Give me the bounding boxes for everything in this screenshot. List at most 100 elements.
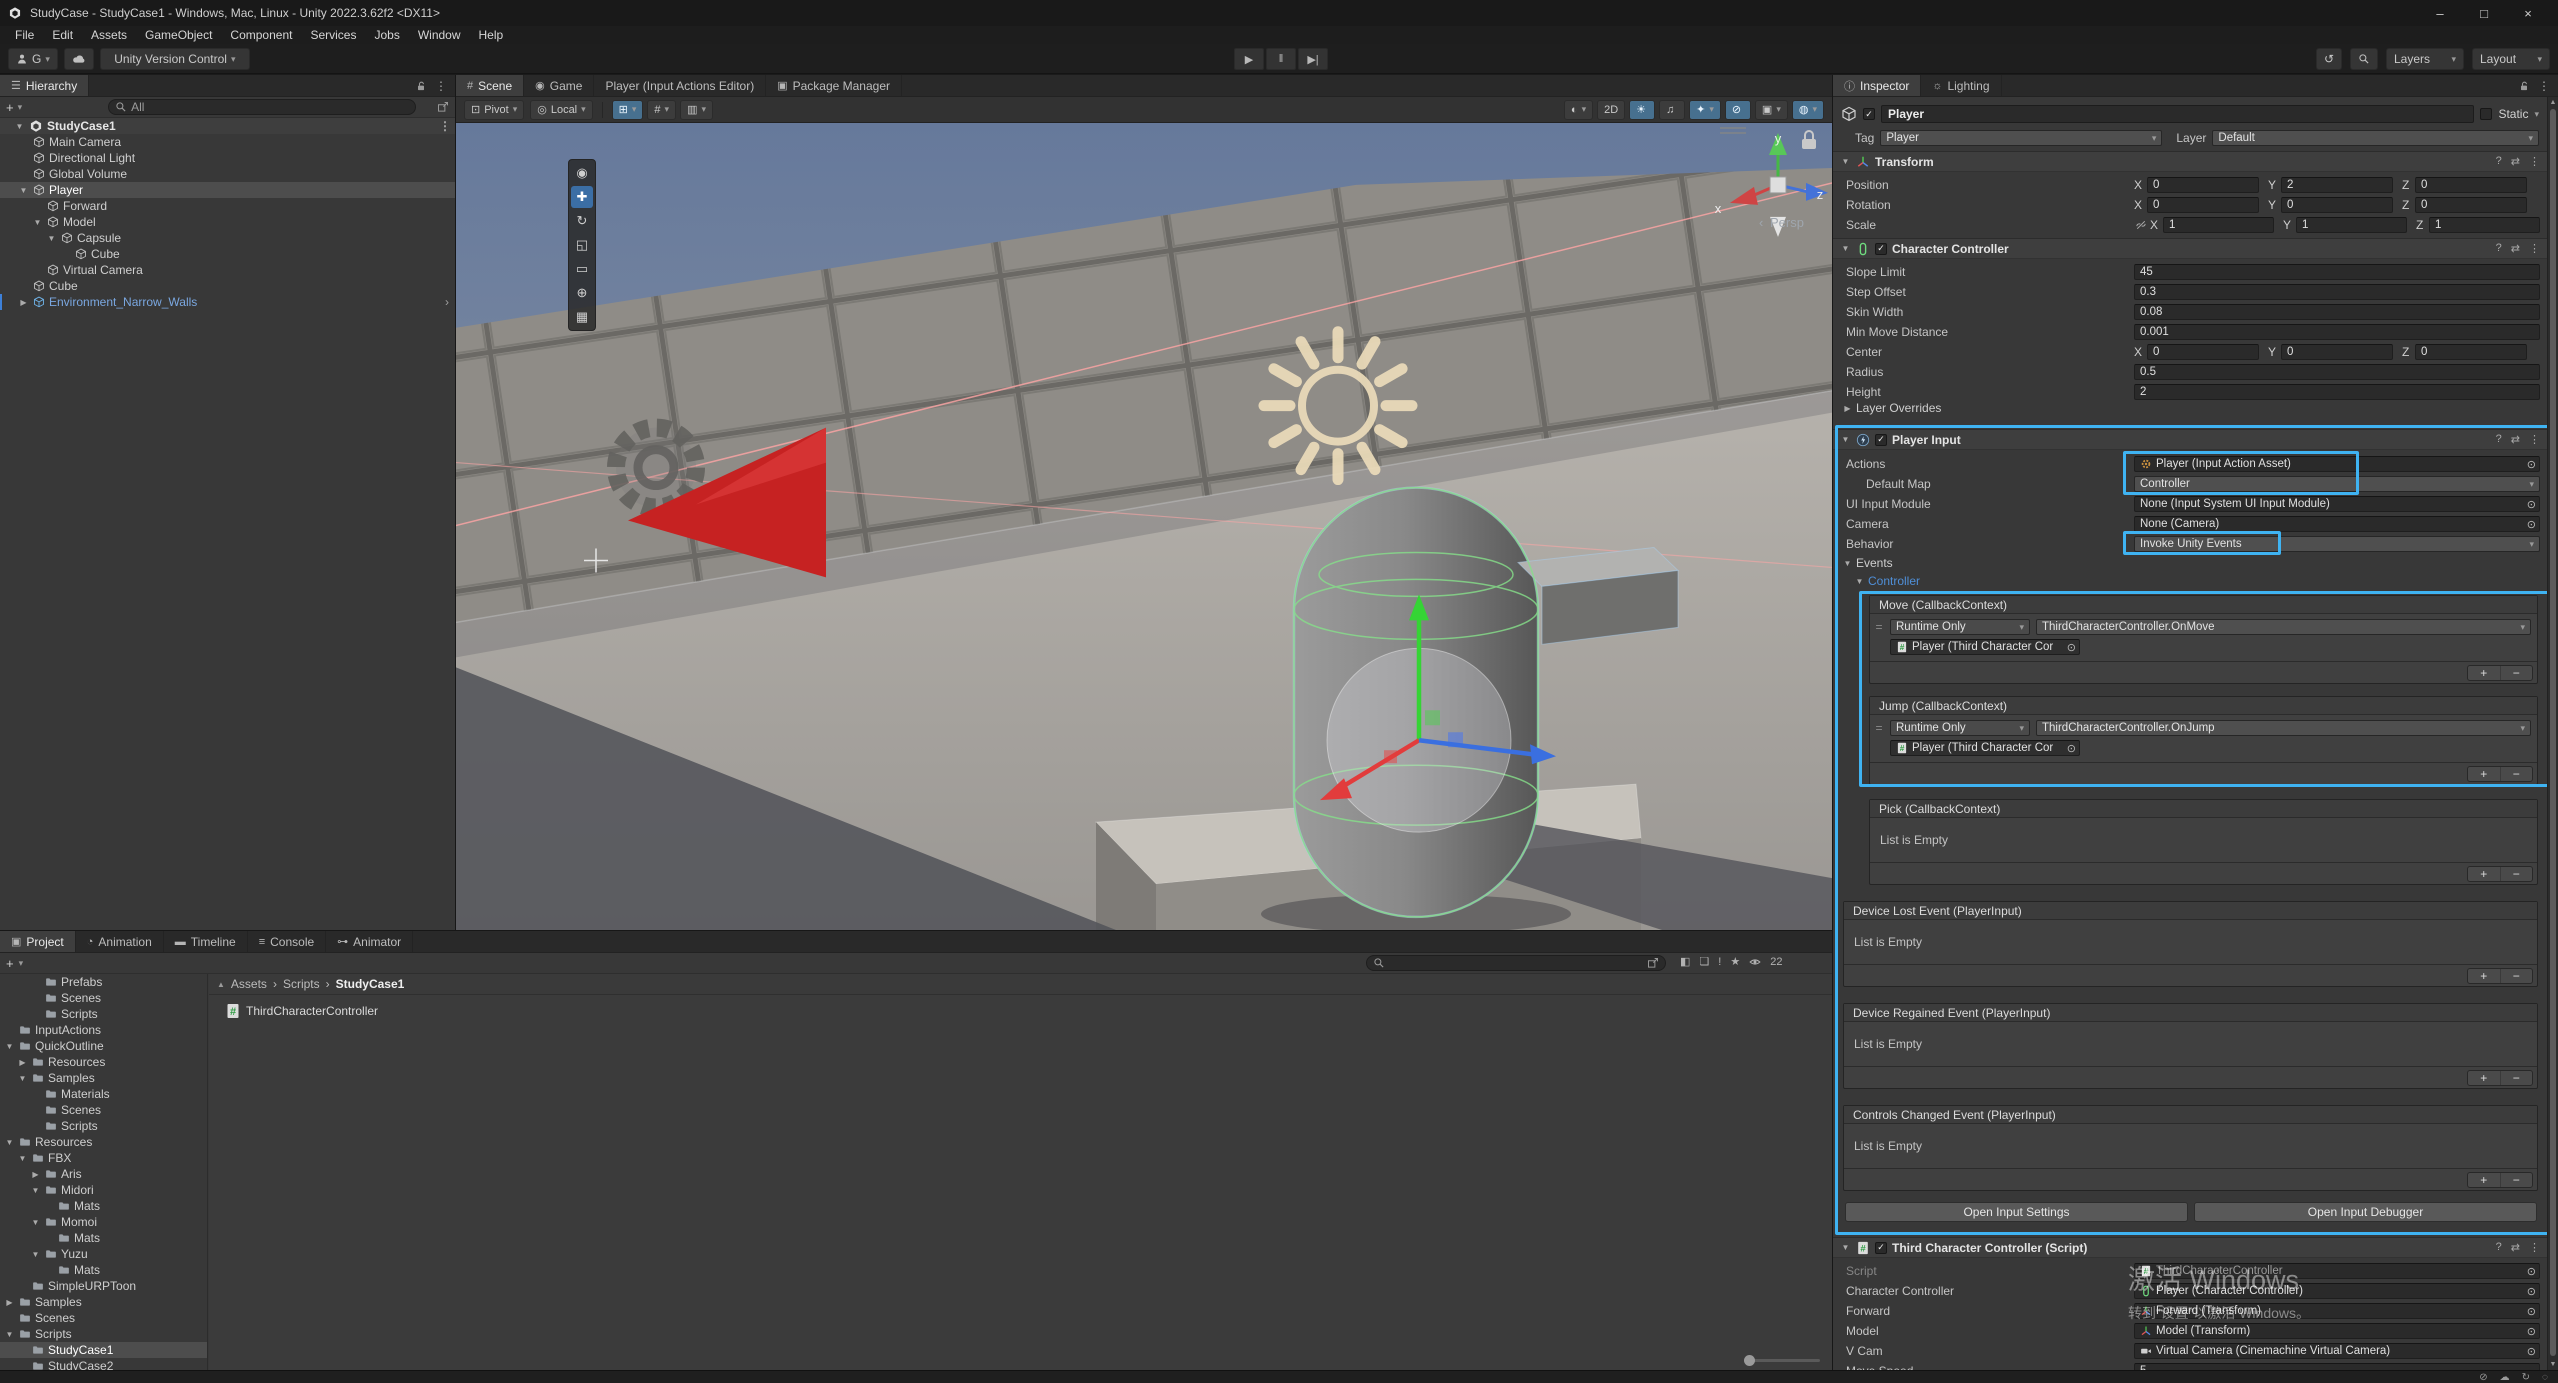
gizmo-lock-icon[interactable] bbox=[1802, 139, 1816, 149]
project-folder-inputactions[interactable]: InputActions bbox=[0, 1022, 207, 1038]
pick-remove-button[interactable]: − bbox=[2501, 867, 2533, 881]
script-row-object-field[interactable]: ThirdCharacterController⊙ bbox=[2134, 1263, 2540, 1279]
menu-file[interactable]: File bbox=[6, 26, 43, 44]
behavior-dropdown[interactable]: Invoke Unity Events▾ bbox=[2134, 536, 2540, 552]
close-button[interactable]: × bbox=[2506, 0, 2550, 26]
version-control-button[interactable]: Unity Version Control ▾ bbox=[100, 48, 250, 70]
controls-changed-remove-button[interactable]: − bbox=[2501, 1173, 2533, 1187]
tab-hierarchy[interactable]: ☰ Hierarchy bbox=[0, 75, 89, 96]
view-2d-button[interactable]: 2D bbox=[1597, 100, 1625, 120]
static-caret-icon[interactable]: ▾ bbox=[2534, 109, 2539, 120]
filter-by-type-icon[interactable]: ◧ bbox=[1680, 955, 1690, 968]
preset-icon[interactable]: ⇄ bbox=[2511, 1241, 2520, 1254]
project-folder-mats[interactable]: Mats bbox=[0, 1262, 207, 1278]
ruler-button[interactable]: ▥▾ bbox=[680, 100, 713, 120]
object-picker-icon[interactable]: ⊙ bbox=[2527, 1305, 2536, 1318]
scene-visibility-button[interactable]: ⊘ bbox=[1725, 100, 1751, 120]
drag-handle-icon[interactable]: = bbox=[1874, 721, 1884, 735]
project-folder-materials[interactable]: Materials bbox=[0, 1086, 207, 1102]
ui-input-module-field[interactable]: None (Input System UI Input Module)⊙ bbox=[2134, 496, 2540, 512]
menu-window[interactable]: Window bbox=[409, 26, 470, 44]
project-folder-studycase1[interactable]: StudyCase1 bbox=[0, 1342, 207, 1358]
enabled-checkbox[interactable]: ✓ bbox=[1875, 243, 1887, 255]
breadcrumb-scripts[interactable]: Scripts bbox=[283, 977, 320, 991]
project-folder-fbx[interactable]: ▼FBX bbox=[0, 1150, 207, 1166]
help-icon[interactable]: ? bbox=[2496, 155, 2502, 168]
project-folder-momoi[interactable]: ▼Momoi bbox=[0, 1214, 207, 1230]
search-button[interactable] bbox=[2350, 48, 2378, 70]
slope-limit-row-field[interactable]: 45 bbox=[2134, 264, 2540, 280]
refresh-icon[interactable]: ↻ bbox=[2522, 1372, 2530, 1383]
cloud-sync-icon[interactable]: ☁ bbox=[2500, 1372, 2510, 1383]
step-offset-row-field[interactable]: 0.3 bbox=[2134, 284, 2540, 300]
project-folder-midori[interactable]: ▼Midori bbox=[0, 1182, 207, 1198]
rotation-row-z-field[interactable]: 0 bbox=[2415, 197, 2527, 213]
kebab-icon[interactable]: ⋮ bbox=[2529, 433, 2540, 446]
scroll-down-icon[interactable]: ▼ bbox=[2548, 1361, 2558, 1368]
project-folder-scenes[interactable]: Scenes bbox=[0, 1310, 207, 1326]
pick-add-button[interactable]: + bbox=[2468, 867, 2501, 881]
shading-mode-button[interactable]: ◐▾ bbox=[1564, 100, 1593, 120]
expander-icon[interactable]: ▼ bbox=[46, 234, 57, 243]
object-picker-icon[interactable]: ⊙ bbox=[2527, 1345, 2536, 1358]
expander-icon[interactable]: ▼ bbox=[4, 1330, 15, 1339]
scale-row-y-field[interactable]: 1 bbox=[2296, 217, 2407, 233]
hierarchy-item-global-volume[interactable]: Global Volume bbox=[0, 166, 455, 182]
move-remove-button[interactable]: − bbox=[2501, 666, 2533, 680]
move-mode-dropdown[interactable]: Runtime Only▾ bbox=[1890, 619, 2030, 635]
project-content-area[interactable]: ▲ Assets › Scripts › StudyCase1 ThirdCha… bbox=[209, 974, 1832, 1370]
expander-icon[interactable]: ▼ bbox=[17, 1154, 28, 1163]
position-row-y-field[interactable]: 2 bbox=[2281, 177, 2393, 193]
expander-icon[interactable]: ▶ bbox=[4, 1298, 15, 1307]
hierarchy-item-cube[interactable]: Cube bbox=[0, 246, 455, 262]
position-row-z-field[interactable]: 0 bbox=[2415, 177, 2527, 193]
hierarchy-search-input[interactable]: All bbox=[108, 99, 416, 115]
jump-mode-dropdown[interactable]: Runtime Only▾ bbox=[1890, 720, 2030, 736]
gameobject-name-field[interactable]: Player bbox=[1881, 105, 2474, 123]
character-controller-header[interactable]: ▼ ✓ Character Controller ?⇄⋮ bbox=[1833, 238, 2547, 259]
model-row-object-field[interactable]: Model (Transform)⊙ bbox=[2134, 1323, 2540, 1339]
minimize-button[interactable]: – bbox=[2418, 0, 2462, 26]
project-folder-scenes[interactable]: Scenes bbox=[0, 990, 207, 1006]
filter-by-label-icon[interactable]: ❏ bbox=[1699, 955, 1709, 968]
breadcrumb-assets[interactable]: Assets bbox=[231, 977, 267, 991]
menu-component[interactable]: Component bbox=[221, 26, 301, 44]
favorites-icon[interactable]: ★ bbox=[1730, 955, 1740, 968]
move-target-field[interactable]: Player (Third Character Cor ⊙ bbox=[1890, 639, 2080, 655]
lock-icon[interactable] bbox=[415, 80, 427, 92]
controls-changed-add-button[interactable]: + bbox=[2468, 1173, 2501, 1187]
expander-icon[interactable]: ▼ bbox=[32, 218, 43, 227]
project-folder-mats[interactable]: Mats bbox=[0, 1230, 207, 1246]
scale-row-x-field[interactable]: 1 bbox=[2163, 217, 2274, 233]
enabled-checkbox[interactable]: ✓ bbox=[1875, 1242, 1887, 1254]
player-input-header[interactable]: ▼ ✓ Player Input ?⇄⋮ bbox=[1833, 429, 2547, 450]
scene-lighting-button[interactable]: ☀ bbox=[1629, 100, 1655, 120]
object-picker-icon[interactable]: ⊙ bbox=[2527, 518, 2536, 531]
popout-icon[interactable] bbox=[437, 101, 449, 113]
hierarchy-item-player[interactable]: ▼Player bbox=[0, 182, 455, 198]
object-picker-icon[interactable]: ⊙ bbox=[2527, 1325, 2536, 1338]
skin-width-row-field[interactable]: 0.08 bbox=[2134, 304, 2540, 320]
layout-dropdown[interactable]: Layout▾ bbox=[2472, 48, 2550, 70]
persp-arrow[interactable]: ‹ bbox=[1759, 215, 1763, 230]
object-picker-icon[interactable]: ⊙ bbox=[2067, 641, 2076, 654]
caret-icon[interactable]: ▾ bbox=[19, 958, 24, 969]
open-input-debugger-button[interactable]: Open Input Debugger bbox=[2194, 1202, 2537, 1222]
menu-jobs[interactable]: Jobs bbox=[365, 26, 408, 44]
inspector-scrollbar[interactable]: ▲ ▼ bbox=[2547, 97, 2558, 1370]
tab-animation[interactable]: ◔Animation bbox=[76, 931, 164, 952]
object-picker-icon[interactable]: ⊙ bbox=[2527, 498, 2536, 511]
device-lost-remove-button[interactable]: − bbox=[2501, 969, 2533, 983]
project-folder-resources[interactable]: ▼Resources bbox=[0, 1134, 207, 1150]
tab-project[interactable]: ▣Project bbox=[0, 931, 76, 952]
project-folder-quickoutline[interactable]: ▼QuickOutline bbox=[0, 1038, 207, 1054]
asset-thirdcharactercontroller[interactable]: ThirdCharacterController bbox=[209, 995, 1832, 1019]
scene-3d-canvas[interactable]: y x z ‹ Persp bbox=[456, 123, 1832, 930]
breadcrumb-studycase1[interactable]: StudyCase1 bbox=[336, 977, 405, 991]
events-foldout[interactable]: ▼ Events bbox=[1833, 554, 2547, 572]
character-controller-row-object-field[interactable]: Player (Character Controller)⊙ bbox=[2134, 1283, 2540, 1299]
object-picker-icon[interactable]: ⊙ bbox=[2527, 458, 2536, 471]
project-folder-scenes[interactable]: Scenes bbox=[0, 1102, 207, 1118]
camera-settings-button[interactable]: ▣▾ bbox=[1755, 100, 1788, 120]
object-picker-icon[interactable]: ⊙ bbox=[2527, 1265, 2536, 1278]
